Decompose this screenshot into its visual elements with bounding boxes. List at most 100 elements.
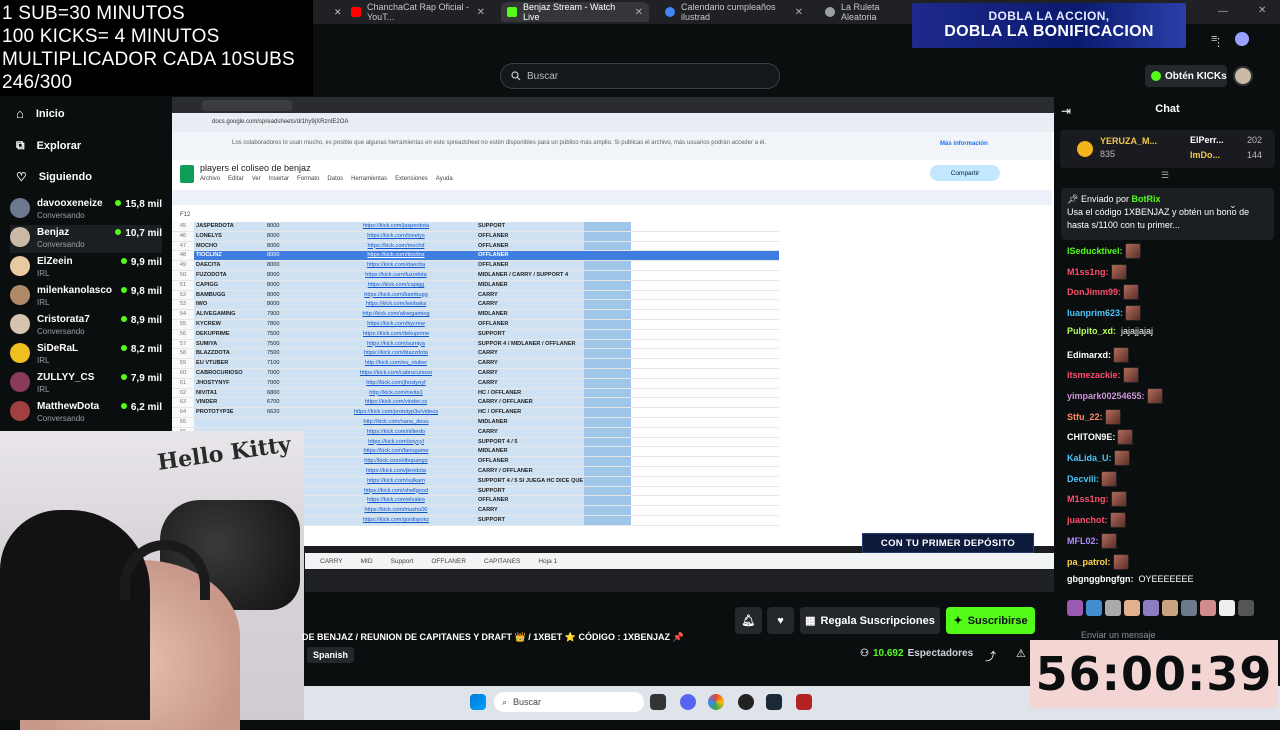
- browser-tab-calendario[interactable]: Calendario cumpleaños ilustrad ✕: [659, 2, 809, 22]
- avatar: [10, 285, 30, 305]
- shared-screen-tabbar: [172, 97, 1054, 113]
- followed-channel[interactable]: Cristorata7 Conversando 8,9 mil: [10, 312, 162, 340]
- close-icon[interactable]: ✕: [477, 7, 485, 18]
- leader-count: 202: [1247, 135, 1263, 145]
- subscribe-button[interactable]: ✦ Suscribirse: [946, 607, 1035, 634]
- discord-icon[interactable]: [680, 694, 696, 710]
- emote[interactable]: [1067, 600, 1083, 616]
- chat-username[interactable]: CHITON9E:: [1067, 432, 1115, 442]
- sheet-cell: http://kick.com/elbopango: [317, 457, 475, 467]
- followed-channel[interactable]: ElZeein IRL 9,9 mil: [10, 254, 162, 282]
- leader-count: 835: [1100, 149, 1116, 159]
- obs-icon[interactable]: [738, 694, 754, 710]
- chat-username[interactable]: M1ss1ng:: [1067, 267, 1109, 277]
- close-icon[interactable]: ✕: [635, 7, 643, 18]
- emote[interactable]: [1238, 600, 1254, 616]
- search-input[interactable]: Buscar: [500, 63, 780, 89]
- chevron-down-icon[interactable]: ⌄: [1229, 200, 1237, 211]
- menu-item: Ayuda: [435, 176, 453, 182]
- windows-start-icon[interactable]: [470, 694, 486, 710]
- nav-siguiendo[interactable]: ♡ Siguiendo: [16, 170, 92, 184]
- sheet-cell: https://kick.com/gordopokz: [317, 516, 475, 526]
- expand-icon[interactable]: ☰: [1161, 170, 1169, 181]
- chat-username[interactable]: M1ss1ng:: [1067, 494, 1109, 504]
- followed-channel[interactable]: milenkanolasco IRL 9,8 mil: [10, 283, 162, 311]
- emote[interactable]: [1143, 600, 1159, 616]
- followed-channel[interactable]: davooxeneize Conversando 15,8 mil: [10, 196, 162, 224]
- chat-username[interactable]: juanchot:: [1067, 515, 1108, 525]
- pinned-message[interactable]: 📌︎ Enviado por BotRix Usa el código 1XBE…: [1061, 188, 1274, 240]
- gift-subs-button[interactable]: ▦ Regala Suscripciones: [800, 607, 940, 634]
- dota-icon[interactable]: [796, 694, 812, 710]
- steam-icon[interactable]: [766, 694, 782, 710]
- emote-icon: [1124, 243, 1141, 259]
- emote[interactable]: [1200, 600, 1216, 616]
- sheet-cell: SUPPORT: [475, 329, 584, 340]
- chat-username[interactable]: Edimarxd:: [1067, 350, 1111, 360]
- sheet-cell: EU VTUBER: [194, 359, 259, 369]
- chat-username[interactable]: Pulpito_xd:: [1067, 326, 1116, 336]
- sheet-cell: MIDLANER / CARRY / SUPPORT 4: [475, 271, 584, 281]
- emote-icon: [1125, 305, 1142, 322]
- sheet-cell: [259, 418, 317, 428]
- chat-username[interactable]: gbgnggbngfgn:: [1067, 574, 1133, 584]
- emote[interactable]: [1219, 600, 1235, 616]
- emote-icon: [1113, 450, 1130, 466]
- chat-username[interactable]: pa_patrol:: [1067, 557, 1111, 567]
- chrome-icon[interactable]: [708, 694, 724, 710]
- leader-count: 144: [1247, 150, 1263, 160]
- chat-username[interactable]: Stfu_22:: [1067, 412, 1103, 422]
- profile-avatar[interactable]: [1235, 32, 1249, 46]
- emote[interactable]: [1181, 600, 1197, 616]
- close-window-icon[interactable]: ✕: [1258, 5, 1266, 16]
- users-icon: ⚇: [860, 648, 869, 659]
- sheet-cell: [631, 349, 779, 360]
- emote[interactable]: [1162, 600, 1178, 616]
- chat-username[interactable]: KaLida_U:: [1067, 453, 1112, 463]
- share-icon[interactable]: ⤴: [985, 648, 996, 664]
- task-view-icon[interactable]: [650, 694, 666, 710]
- followed-channel[interactable]: ZULLYY_CS IRL 7,9 mil: [10, 370, 162, 398]
- playlist-icon[interactable]: ≡: [1211, 33, 1217, 45]
- language-tag[interactable]: Spanish: [307, 647, 355, 663]
- browser-tab-youtube[interactable]: ChanchaCat Rap Oficial - YouT... ✕: [345, 2, 491, 22]
- browser-tab-ruleta[interactable]: La Ruleta Aleatoria: [819, 2, 919, 22]
- followed-channel[interactable]: MatthewDota Conversando 6,2 mil: [10, 399, 162, 427]
- minimize-icon[interactable]: —: [1218, 6, 1228, 17]
- chat-username[interactable]: Decvili:: [1067, 474, 1099, 484]
- tab-label: Benjaz Stream - Watch Live: [523, 2, 616, 22]
- sheet-cell: OFFLANER: [475, 251, 584, 262]
- followed-channel[interactable]: Benjaz Conversando 10,7 mil: [10, 225, 162, 253]
- get-kicks-button[interactable]: Obtén KICKs: [1145, 65, 1227, 87]
- chat-username[interactable]: yimpark00254655:: [1067, 391, 1145, 401]
- close-icon[interactable]: ✕: [795, 7, 803, 18]
- emote[interactable]: [1124, 600, 1140, 616]
- sheet-cell: http://kick.com/jhostynyf: [317, 378, 475, 389]
- report-icon[interactable]: ⚠: [1016, 647, 1026, 660]
- sheet-cell: [631, 378, 779, 389]
- nav-explorar[interactable]: ⧉ Explorar: [16, 138, 81, 153]
- notification-bell-button[interactable]: 🔔︎: [735, 607, 762, 634]
- emote[interactable]: [1105, 600, 1121, 616]
- close-icon[interactable]: ✕: [334, 7, 342, 18]
- sheet-cell: 46: [172, 231, 194, 242]
- taskbar-search[interactable]: ⌕ Buscar: [494, 692, 644, 712]
- chat-username[interactable]: luanprim623:: [1067, 308, 1123, 318]
- browser-tab-kick[interactable]: Benjaz Stream - Watch Live ✕: [501, 2, 649, 22]
- nav-inicio[interactable]: ⌂ Inicio: [16, 106, 65, 121]
- user-avatar[interactable]: [1233, 66, 1253, 86]
- sheet-row: 45 JASPERDOTA 8000 https://kick.com/jasperd…: [172, 222, 1032, 232]
- chat-username[interactable]: MFL02:: [1067, 536, 1099, 546]
- followed-channel[interactable]: SiDeRaL IRL 8,2 mil: [10, 341, 162, 369]
- follow-button[interactable]: ♥: [767, 607, 794, 634]
- sheet-cell: [584, 320, 631, 330]
- sheet-cell: https://kick.com/blazzdota: [317, 349, 475, 360]
- chat-username[interactable]: itsmezackie:: [1067, 370, 1121, 380]
- emote[interactable]: [1086, 600, 1102, 616]
- chat-username[interactable]: DonJimm99:: [1067, 287, 1121, 297]
- chat-username[interactable]: lSeducktivel:: [1067, 246, 1123, 256]
- sheet-cell: HC / OFFLANER: [475, 408, 584, 418]
- menu-item: Formato: [297, 176, 320, 182]
- sheet-cell: [584, 496, 631, 507]
- sheet-cell: [631, 222, 779, 232]
